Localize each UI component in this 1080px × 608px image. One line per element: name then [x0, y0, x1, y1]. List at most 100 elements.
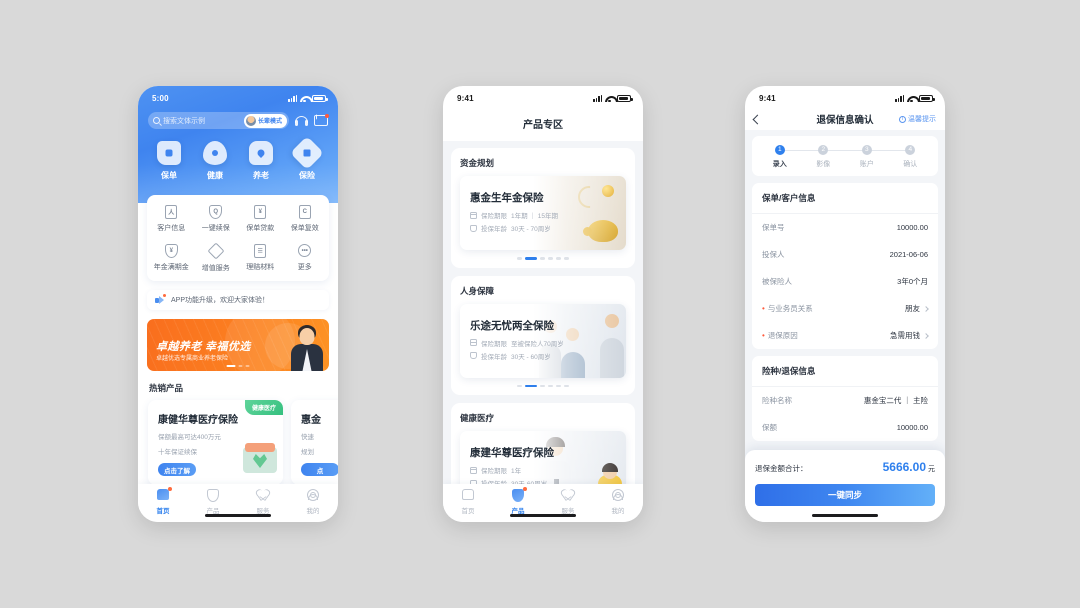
- calendar-icon: [470, 211, 477, 219]
- total-amount: 5666.00: [882, 460, 926, 474]
- signal-icon: [593, 94, 602, 102]
- status-bar: 5:00: [138, 86, 338, 108]
- row-key: 保单号: [762, 223, 785, 232]
- hot-product-card[interactable]: 惠金 快速 规划 点: [291, 400, 338, 485]
- form-row-policy-no: 保单号 10000.00: [752, 214, 938, 241]
- back-arrow-icon[interactable]: [752, 114, 763, 124]
- hand-icon: [470, 352, 477, 359]
- row-value-wrap: 急需用钱: [890, 330, 929, 341]
- tab-profile[interactable]: 我的: [593, 489, 643, 515]
- row-key-wrap: • 退保原因: [762, 330, 798, 341]
- status-badge: 健康医疗: [244, 400, 283, 415]
- phone-products-screen: 9:41 产品专区 资金规划 惠金生年金保险 保险期限 1年期 ｜ 15年期 投…: [443, 86, 643, 522]
- step-item-confirm[interactable]: 4 确认: [889, 145, 933, 169]
- mail-icon[interactable]: [314, 114, 329, 126]
- health-drop-icon: [203, 141, 227, 165]
- learn-more-button[interactable]: 点击了解: [158, 463, 196, 476]
- notice-bar[interactable]: APP功能升级，欢迎大家体验！: [147, 290, 329, 310]
- hot-product-card[interactable]: 健康医疗 康健华尊医疗保险 保额最高可达400万元 十年保证续保 点击了解: [148, 400, 283, 485]
- row-key: 保额: [762, 423, 777, 432]
- wifi-icon: [300, 95, 309, 103]
- step-item-image[interactable]: 2 影像: [802, 145, 867, 169]
- grid-item-value-added[interactable]: 增值服务: [194, 242, 239, 273]
- age-label: 投保年龄: [481, 226, 507, 233]
- row-value: 2021-06-06: [889, 250, 928, 259]
- product-surrender-card: 险种/退保信息 险种名称 惠金宝二代 ｜ 主险 保额 10000.00: [752, 356, 938, 441]
- calendar-icon: [470, 466, 477, 474]
- home-indicator: [812, 514, 878, 517]
- product-age-row: 投保年龄 30天 - 60周岁: [470, 351, 551, 361]
- sync-button[interactable]: 一键同步: [755, 484, 935, 506]
- home-indicator: [510, 514, 576, 517]
- tab-products[interactable]: 产品: [493, 487, 543, 515]
- product-illustration: [243, 443, 277, 473]
- status-time: 9:41: [759, 93, 776, 103]
- banner-dots[interactable]: [226, 365, 250, 367]
- quicknav-item-pension[interactable]: 养老: [238, 141, 284, 181]
- elder-mode-button[interactable]: 长辈模式: [243, 113, 287, 128]
- learn-more-button[interactable]: 点: [301, 463, 338, 476]
- quicknav-item-health[interactable]: 健康: [192, 141, 238, 181]
- tip-label: 温馨提示: [908, 116, 936, 123]
- step-item-entry[interactable]: 1 录入: [758, 145, 824, 169]
- step-number: 3: [861, 145, 872, 155]
- quicknav-item-insurance[interactable]: 保险: [284, 136, 330, 181]
- wifi-icon: [907, 95, 916, 103]
- tab-home[interactable]: 首页: [138, 487, 188, 515]
- row-key-wrap: • 与业务员关系: [762, 303, 813, 314]
- grid-label: 一键续保: [201, 225, 230, 232]
- service-grid-row: ¥ 年金满期金 增值服务 ☰ 理赔材料 ••• 更多: [149, 242, 328, 273]
- total-value-wrap: 5666.00 元: [883, 458, 935, 476]
- product-age-row: 投保年龄 30天 - 70周岁: [470, 223, 551, 233]
- search-input[interactable]: 搜索文体示例 长辈模式: [148, 112, 289, 129]
- step-indicator: 1 录入 2 影像 3 账户 4 确认: [752, 136, 938, 176]
- tab-label: 我的: [611, 508, 625, 515]
- grid-item-claim-docs[interactable]: ☰ 理赔材料: [238, 244, 283, 273]
- age-value: 30天 - 60周岁: [511, 353, 551, 361]
- row-value: 10000.00: [896, 223, 928, 232]
- product-icon: [511, 487, 527, 502]
- section-title: 健康医疗: [460, 413, 495, 423]
- search-placeholder: 搜索文体示例: [163, 117, 205, 125]
- row-key: 险种名称: [762, 396, 792, 405]
- megaphone-icon: [155, 293, 166, 305]
- product-card[interactable]: 乐途无忧两全保险 保险期限 至被保险人70周岁 投保年龄 30天 - 60周岁: [460, 303, 626, 378]
- step-item-account[interactable]: 3 账户: [845, 145, 911, 169]
- tip-button[interactable]: 温馨提示: [899, 114, 936, 124]
- grid-item-reinstate[interactable]: C 保单复效: [283, 205, 328, 233]
- grid-item-loan[interactable]: ¥ 保单贷款: [238, 205, 283, 233]
- form-row-agent-relation[interactable]: • 与业务员关系 朋友: [752, 295, 938, 322]
- grid-item-more[interactable]: ••• 更多: [283, 244, 328, 273]
- carousel-dots[interactable]: [460, 378, 626, 390]
- grid-item-annuity[interactable]: ¥ 年金满期金: [149, 244, 194, 273]
- grid-item-customer-info[interactable]: 人 客户信息: [149, 205, 194, 233]
- promo-banner[interactable]: 卓越养老 幸福优选 卓越优选专属商业养老保险: [147, 319, 329, 371]
- product-term-row: 保险期限 1年期 ｜ 15年期: [470, 210, 558, 220]
- loan-doc-icon: ¥: [253, 205, 267, 219]
- product-card[interactable]: 惠金生年金保险 保险期限 1年期 ｜ 15年期 投保年龄 30天 - 70周岁: [460, 176, 626, 250]
- more-icon: •••: [298, 244, 312, 258]
- product-line: 规划: [301, 449, 314, 456]
- service-grid-card: 人 客户信息 Q 一键续保 ¥ 保单贷款 C 保单复效 ¥ 年金满期金 增值服务…: [147, 195, 329, 281]
- banner-title: 卓越养老 幸福优选: [156, 341, 251, 353]
- quicknav-item-policy[interactable]: 保单: [146, 141, 192, 181]
- home-icon: [156, 487, 172, 502]
- elder-mode-label: 长辈模式: [257, 119, 282, 125]
- step-label: 影像: [816, 161, 831, 168]
- insurance-shield-icon: [290, 136, 324, 170]
- product-title: 惠金: [301, 415, 321, 426]
- grid-item-renew[interactable]: Q 一键续保: [194, 205, 239, 233]
- search-row: 搜索文体示例 长辈模式: [138, 108, 338, 139]
- tab-service[interactable]: 服务: [238, 489, 288, 515]
- product-line: 保额最高可达400万元: [158, 434, 221, 441]
- icon-glyph: Q: [213, 209, 219, 215]
- carousel-dots[interactable]: [460, 250, 626, 262]
- screenshot-stage: 5:00 搜索文体示例 长辈模式 保单 健康 养老 保险 人 客户信息 Q 一键…: [0, 0, 1080, 608]
- tab-service[interactable]: 服务: [543, 489, 593, 515]
- tab-profile[interactable]: 我的: [288, 489, 338, 515]
- tab-home[interactable]: 首页: [443, 489, 493, 515]
- notice-text: APP功能升级，欢迎大家体验！: [171, 297, 270, 304]
- headphone-icon[interactable]: [295, 114, 308, 127]
- form-row-surrender-reason[interactable]: • 退保原因 急需用钱: [752, 322, 938, 349]
- tab-products[interactable]: 产品: [188, 489, 238, 515]
